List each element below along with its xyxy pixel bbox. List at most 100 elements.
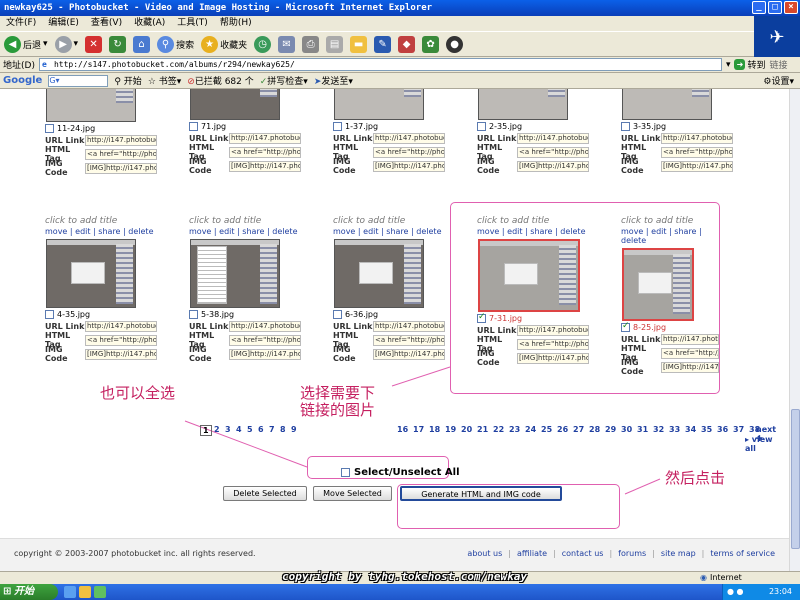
page-link[interactable]: 4 xyxy=(236,425,242,434)
windows-logo-icon: ⊞ xyxy=(3,586,12,597)
system-tray: ● ● 23:04 xyxy=(722,584,800,600)
page-link[interactable]: 22 xyxy=(493,425,504,434)
qq-icon[interactable]: ● xyxy=(446,35,464,53)
favorites-button[interactable]: ★ 收藏夹 xyxy=(201,35,247,53)
google-bookmarks-button[interactable]: ☆ 书签▾ xyxy=(148,74,181,87)
maximize-button[interactable]: □ xyxy=(768,1,782,14)
forward-arrow-icon: ▶ xyxy=(54,35,72,53)
browser-toolbar: ◀ 后退 ▾ ▶ ▾ ✕ ↻ ⌂ ⚲ 搜索 ★ 收藏夹 ◷ ✉ ⎙ ▤ ▬ ✎ ◆ ✿ ● xyxy=(0,31,754,57)
page-link[interactable]: 36 xyxy=(717,425,728,434)
menu-tools[interactable]: 工具(T) xyxy=(177,16,208,31)
ie-quicklaunch-icon[interactable] xyxy=(64,586,76,598)
search-button[interactable]: ⚲ 搜索 xyxy=(157,35,194,53)
status-bar: copyright by tyhg.tokehost.com/newkay ◉ I… xyxy=(0,570,800,584)
stop-icon[interactable]: ✕ xyxy=(85,35,103,53)
send-to-button[interactable]: ➤发送至▾ xyxy=(314,74,353,87)
footer-link-affiliate[interactable]: affiliate xyxy=(517,549,547,558)
select-all-checkbox[interactable] xyxy=(341,468,350,477)
page-link[interactable]: 19 xyxy=(445,425,456,434)
research-icon[interactable]: ◆ xyxy=(398,35,416,53)
footer-link-sitemap[interactable]: site map xyxy=(661,549,696,558)
footer-link-terms[interactable]: terms of service xyxy=(710,549,775,558)
taskbar: ⊞ 开始 ● ● 23:04 xyxy=(0,584,800,600)
ie-logo-icon: ✈ xyxy=(754,16,800,60)
edit-page-icon[interactable]: ▤ xyxy=(326,35,344,53)
history-icon[interactable]: ◷ xyxy=(254,35,272,53)
popup-blocked-button[interactable]: ⊘已拦截 682 个 xyxy=(187,74,253,87)
address-dropdown-icon[interactable]: ▾ xyxy=(726,60,731,70)
page-link[interactable]: 34 xyxy=(685,425,696,434)
footer-link-forums[interactable]: forums xyxy=(618,549,646,558)
google-search-box[interactable]: G▾ xyxy=(48,74,109,87)
page-link[interactable]: 2 xyxy=(214,425,220,434)
app-quicklaunch-icon[interactable] xyxy=(94,586,106,598)
page-link[interactable]: 21 xyxy=(477,425,488,434)
footer-link-contact[interactable]: contact us xyxy=(562,549,604,558)
folder-quicklaunch-icon[interactable] xyxy=(79,586,91,598)
go-button[interactable]: ➜ 转到 xyxy=(734,58,766,71)
page-link[interactable]: 37 xyxy=(733,425,744,434)
page-link[interactable]: 25 xyxy=(541,425,552,434)
page-link[interactable]: 17 xyxy=(413,425,424,434)
page-link[interactable]: 9 xyxy=(291,425,297,434)
spell-check-button[interactable]: ✓拼写检查▾ xyxy=(260,74,308,87)
minimize-button[interactable]: _ xyxy=(752,1,766,14)
page-link[interactable]: 5 xyxy=(247,425,253,434)
menu-view[interactable]: 查看(V) xyxy=(91,16,122,31)
page-footer: copyright © 2003-2007 photobucket inc. a… xyxy=(0,538,789,571)
start-button[interactable]: ⊞ 开始 xyxy=(0,584,58,600)
close-button[interactable]: × xyxy=(784,1,798,14)
menu-help[interactable]: 帮助(H) xyxy=(220,16,252,31)
move-selected-button[interactable]: Move Selected xyxy=(313,486,392,501)
page-link[interactable]: 3 xyxy=(225,425,231,434)
google-settings-button[interactable]: ⚙设置▾ xyxy=(763,74,794,87)
delete-selected-button[interactable]: Delete Selected xyxy=(223,486,307,501)
plugin-icon[interactable]: ✿ xyxy=(422,35,440,53)
menu-file[interactable]: 文件(F) xyxy=(6,16,36,31)
page-1-current: 1 xyxy=(200,425,212,436)
print-icon[interactable]: ⎙ xyxy=(302,35,320,53)
footer-link-about[interactable]: about us xyxy=(467,549,502,558)
menu-favorites[interactable]: 收藏(A) xyxy=(134,16,165,31)
scrollbar-thumb[interactable] xyxy=(791,409,800,549)
google-start-button[interactable]: ⚲ 开始 xyxy=(114,74,141,87)
window-title: newkay625 - Photobucket - Video and Imag… xyxy=(4,3,433,13)
address-label: 地址(D) xyxy=(3,61,35,71)
back-button[interactable]: ◀ 后退 ▾ xyxy=(4,35,48,53)
page-link[interactable]: 7 xyxy=(269,425,275,434)
select-all-control[interactable]: Select/Unselect All xyxy=(341,467,460,478)
annotation-select-all-hint: 也可以全选 xyxy=(100,384,176,402)
page-link[interactable]: 26 xyxy=(557,425,568,434)
go-arrow-icon: ➜ xyxy=(734,59,746,70)
page-link[interactable]: 20 xyxy=(461,425,472,434)
links-label[interactable]: 链接 xyxy=(770,58,788,71)
refresh-icon[interactable]: ↻ xyxy=(109,35,127,53)
page-link[interactable]: 35 xyxy=(701,425,712,434)
home-icon[interactable]: ⌂ xyxy=(133,35,151,53)
page-link[interactable]: 8 xyxy=(280,425,286,434)
page-link[interactable]: 24 xyxy=(525,425,536,434)
page-link[interactable]: 30 xyxy=(621,425,632,434)
page-link[interactable]: 6 xyxy=(258,425,264,434)
copyright-text: copyright © 2003-2007 photobucket inc. a… xyxy=(14,549,256,558)
page-link[interactable]: 33 xyxy=(669,425,680,434)
page-link[interactable]: 29 xyxy=(605,425,616,434)
search-icon: ⚲ xyxy=(157,35,175,53)
page-link[interactable]: 31 xyxy=(637,425,648,434)
forward-button[interactable]: ▶ ▾ xyxy=(54,35,78,53)
page-link[interactable]: 28 xyxy=(589,425,600,434)
annotation-select-needed-2: 链接的图片 xyxy=(300,401,376,419)
page-link[interactable]: 16 xyxy=(397,425,408,434)
folder-icon[interactable]: ▬ xyxy=(350,35,368,53)
page-link[interactable]: 23 xyxy=(509,425,520,434)
menu-edit[interactable]: 编辑(E) xyxy=(48,16,79,31)
vertical-scrollbar[interactable] xyxy=(789,89,800,571)
page-link[interactable]: 27 xyxy=(573,425,584,434)
page-link[interactable]: 18 xyxy=(429,425,440,434)
view-all-link[interactable]: ▸ view all xyxy=(745,435,780,453)
mail-icon[interactable]: ✉ xyxy=(278,35,296,53)
page-link[interactable]: 32 xyxy=(653,425,664,434)
generate-code-button[interactable]: Generate HTML and IMG code xyxy=(400,486,562,501)
messenger-icon[interactable]: ✎ xyxy=(374,35,392,53)
address-input[interactable]: http://s147.photobucket.com/albums/r294/… xyxy=(38,58,722,71)
